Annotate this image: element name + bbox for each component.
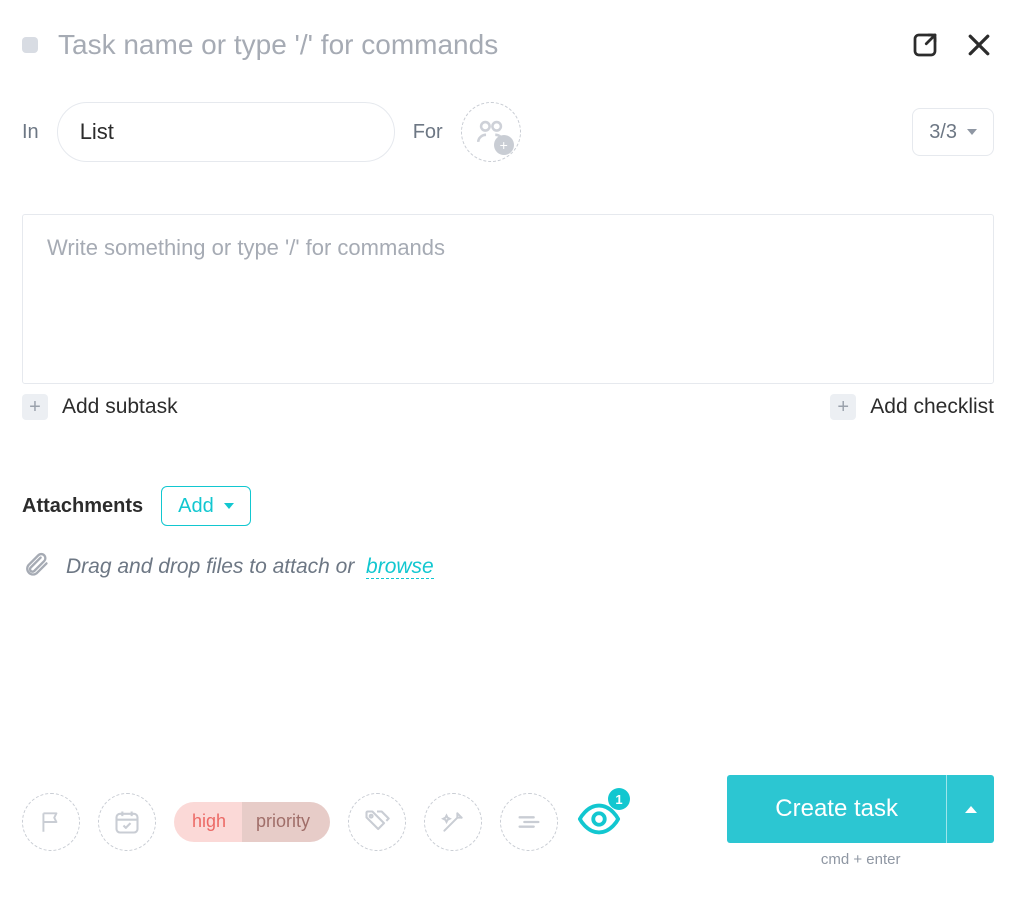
automations-button[interactable] (424, 793, 482, 851)
create-task-options-button[interactable] (946, 775, 994, 843)
add-attachment-label: Add (178, 495, 214, 518)
in-label: In (22, 121, 39, 144)
visibility-counter[interactable]: 3/3 (912, 108, 994, 156)
date-button[interactable] (98, 793, 156, 851)
description-input[interactable] (22, 214, 994, 384)
watchers-button[interactable]: 1 (576, 796, 622, 847)
add-subtask-button[interactable]: + Add subtask (22, 394, 178, 420)
plus-icon: + (22, 394, 48, 420)
add-checklist-label: Add checklist (870, 395, 994, 419)
status-icon[interactable] (22, 37, 38, 53)
add-attachment-button[interactable]: Add (161, 486, 251, 526)
watchers-count: 1 (608, 788, 630, 810)
paperclip-icon (22, 550, 50, 583)
task-name-input[interactable] (56, 28, 892, 62)
add-checklist-button[interactable]: + Add checklist (830, 394, 994, 420)
browse-link[interactable]: browse (366, 555, 434, 579)
assignee-picker[interactable]: + (461, 102, 521, 162)
flag-button[interactable] (22, 793, 80, 851)
assignee-plus-icon: + (494, 135, 514, 155)
plus-icon: + (830, 394, 856, 420)
chevron-down-icon (967, 129, 977, 135)
priority-chip[interactable]: high priority (174, 802, 330, 842)
priority-text-label: priority (242, 802, 330, 842)
for-label: For (413, 121, 443, 144)
drop-hint: Drag and drop files to attach or browse (66, 555, 434, 579)
chevron-down-icon (224, 503, 234, 509)
counter-value: 3/3 (929, 121, 957, 144)
add-subtask-label: Add subtask (62, 395, 178, 419)
close-icon[interactable] (964, 30, 994, 60)
fields-button[interactable] (500, 793, 558, 851)
priority-high-label: high (174, 802, 244, 842)
tags-button[interactable] (348, 793, 406, 851)
create-task-button[interactable]: Create task (727, 775, 946, 843)
chevron-up-icon (965, 806, 977, 813)
attachments-title: Attachments (22, 495, 143, 518)
shortcut-hint: cmd + enter (821, 851, 901, 868)
list-picker[interactable]: List (57, 102, 395, 162)
expand-icon[interactable] (910, 30, 940, 60)
list-value: List (80, 119, 114, 145)
